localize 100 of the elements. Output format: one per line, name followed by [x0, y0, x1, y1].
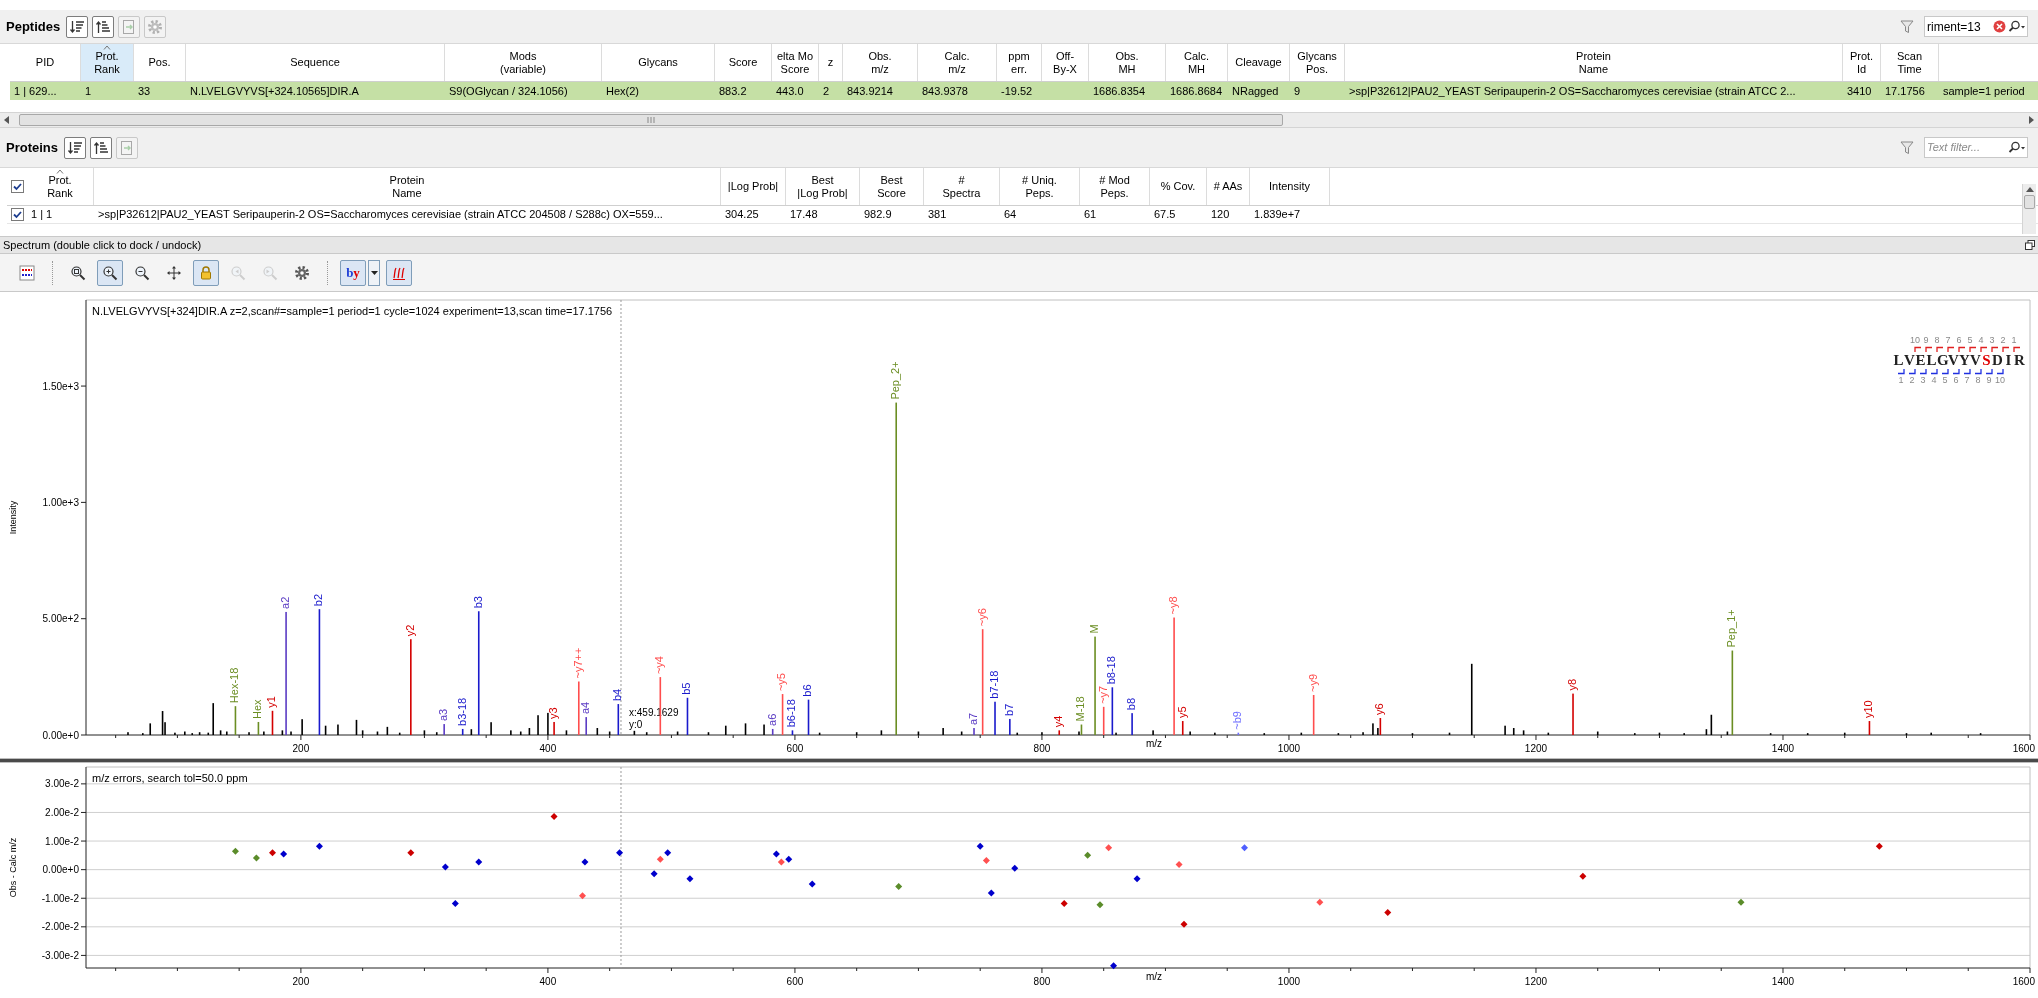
ion-number: 2 — [2000, 336, 2006, 345]
table-cell-text: 1.839e+7 — [1253, 207, 1302, 223]
table-cell-text: 304.25 — [724, 207, 760, 223]
panel-title: Peptides — [6, 17, 61, 36]
peak-label: b3 — [471, 596, 484, 609]
axis-tick-label: 1600 — [2012, 743, 2035, 754]
table-cell-text: 443.0 — [775, 83, 805, 99]
ion-number: 3 — [1989, 336, 1995, 345]
axis-title: Obs - Calc m/z — [8, 837, 18, 898]
table-cell-text: NRagged — [1231, 83, 1280, 99]
ion-number: 9 — [1923, 336, 1929, 345]
peak-label: Pep_1+ — [1725, 609, 1738, 648]
cursor-readout: y:0 — [629, 719, 643, 730]
table-cell-text: 33 — [137, 83, 152, 99]
axis-title: m/z — [1145, 971, 1163, 982]
peak-label: Hex-18 — [228, 667, 241, 704]
axis-tick-label: 1200 — [1524, 976, 1548, 987]
axis-tick-label: 1000 — [1277, 976, 1301, 987]
ion-number: 6 — [1953, 376, 1959, 385]
peak-label: ~y6 — [975, 608, 988, 627]
table-cell-text: Hex(2) — [605, 83, 640, 99]
ion-number: 4 — [1931, 376, 1937, 385]
peak-label: y4 — [1052, 715, 1065, 728]
table-cell-text: >sp|P32612|PAU2_YEAST Seripauperin-2 OS=Saccharomyces cerevisiae (strain ATCC 2... — [1348, 83, 1797, 99]
table-cell-text: 17.48 — [789, 207, 819, 223]
table-cell-text: 883.2 — [718, 83, 748, 99]
ion-number: 5 — [1967, 336, 1973, 345]
peak-label: Hex — [251, 699, 264, 719]
table-cell-text: 1686.8684 — [1169, 83, 1223, 99]
axis-tick-label: 1400 — [1771, 976, 1795, 987]
axis-tick-label: 0.00e+0 — [42, 864, 79, 876]
axis-tick-label: 1200 — [1524, 743, 1548, 754]
peak-label: b4 — [611, 688, 624, 702]
ion-number: 9 — [1986, 376, 1992, 385]
chart-title: N.LVELGVYVS[+324]DIR.A z=2,scan#=sample=1 period=1 cycle=1024 experiment=13,scan time=17.1756 — [92, 305, 613, 317]
peak-label: b7 — [1002, 703, 1015, 716]
peak-label: a6 — [765, 713, 778, 726]
axis-tick-label: 800 — [1033, 743, 1051, 754]
peak-label: ~y9 — [1306, 673, 1319, 692]
peak-label: a4 — [579, 701, 592, 715]
peak-label: y5 — [1175, 706, 1188, 719]
axis-tick-label: 2.00e-2 — [45, 806, 79, 818]
axis-tick-label: 600 — [786, 743, 804, 754]
axis-tick-label: 1.50e+3 — [42, 380, 79, 392]
peak-label: y8 — [1565, 678, 1578, 691]
axis-tick-label: 1000 — [1277, 743, 1301, 754]
table-cell-text: 61 — [1083, 207, 1098, 223]
axis-tick-label: 0.00e+0 — [42, 729, 79, 741]
axis-tick-label: 200 — [292, 976, 310, 987]
axis-tick-label: 3.00e-2 — [45, 778, 79, 790]
peptide-sequence: LVELGVYVSD I R — [1893, 352, 2025, 368]
peak-label: ~y4 — [653, 656, 666, 675]
axis-tick-label: 1.00e-2 — [45, 835, 79, 847]
peak-label: b2 — [312, 593, 325, 607]
peak-label: b3-18 — [455, 697, 468, 726]
axis-title: Intensity — [8, 500, 18, 535]
axis-tick-label: 400 — [539, 976, 557, 987]
table-cell-text: 9 — [1293, 83, 1302, 99]
peak-label: ~b9 — [1231, 711, 1244, 730]
table-cell-text: 843.9378 — [921, 83, 969, 99]
peak-label: ~y8 — [1167, 596, 1179, 615]
peak-label: M-18 — [1074, 696, 1087, 722]
panel-title: Spectrum (double click to dock / undock) — [3, 237, 203, 253]
peak-label: Pep_2+ — [889, 361, 902, 400]
peak-label: b7-18 — [987, 670, 1000, 699]
ion-number: 4 — [1978, 336, 1984, 345]
table-cell-text: 3410 — [1846, 83, 1873, 99]
table-cell-text: 843.9214 — [846, 83, 894, 99]
ion-number: 8 — [1975, 376, 1981, 385]
peak-label: y2 — [403, 624, 416, 637]
axis-tick-label: 1400 — [1771, 743, 1795, 754]
axis-title: m/z — [1145, 738, 1163, 749]
axis-tick-label: -3.00e-2 — [41, 949, 79, 961]
ion-number: 10 — [1910, 336, 1920, 345]
axis-tick-label: 1.00e+3 — [42, 496, 79, 508]
table-cell-text: 1 | 629... — [13, 83, 58, 99]
table-cell-text: 64 — [1003, 207, 1018, 223]
table-cell-text: sample=1 period — [1942, 83, 2026, 99]
peak-label: y1 — [265, 696, 278, 708]
ion-number: 1 — [2011, 336, 2017, 345]
table-cell-text: 1686.8354 — [1092, 83, 1146, 99]
peak-label: y6 — [1373, 703, 1386, 715]
peak-label: a2 — [279, 596, 291, 609]
table-cell-text: N.LVELGVYVS[+324.10565]DIR.A — [189, 83, 360, 99]
panel-title: Proteins — [6, 138, 58, 157]
table-cell-text: 120 — [1210, 207, 1231, 223]
peak-label: b6 — [801, 684, 814, 697]
table-cell-text: -19.52 — [1000, 83, 1034, 99]
axis-tick-label: 800 — [1033, 976, 1051, 987]
peak-label: b6-18 — [785, 699, 798, 728]
table-cell-text: 982.9 — [863, 207, 893, 223]
peak-label: ~y5 — [775, 673, 788, 692]
peak-label: a7 — [966, 712, 979, 725]
axis-tick-label: 1600 — [2012, 976, 2035, 987]
peak-label: y3 — [547, 707, 559, 719]
peak-label: y10 — [1862, 700, 1875, 719]
peak-label: b5 — [680, 682, 693, 695]
axis-tick-label: -1.00e-2 — [41, 892, 79, 904]
ion-number: 7 — [1945, 336, 1951, 345]
ion-number: 5 — [1942, 376, 1948, 385]
